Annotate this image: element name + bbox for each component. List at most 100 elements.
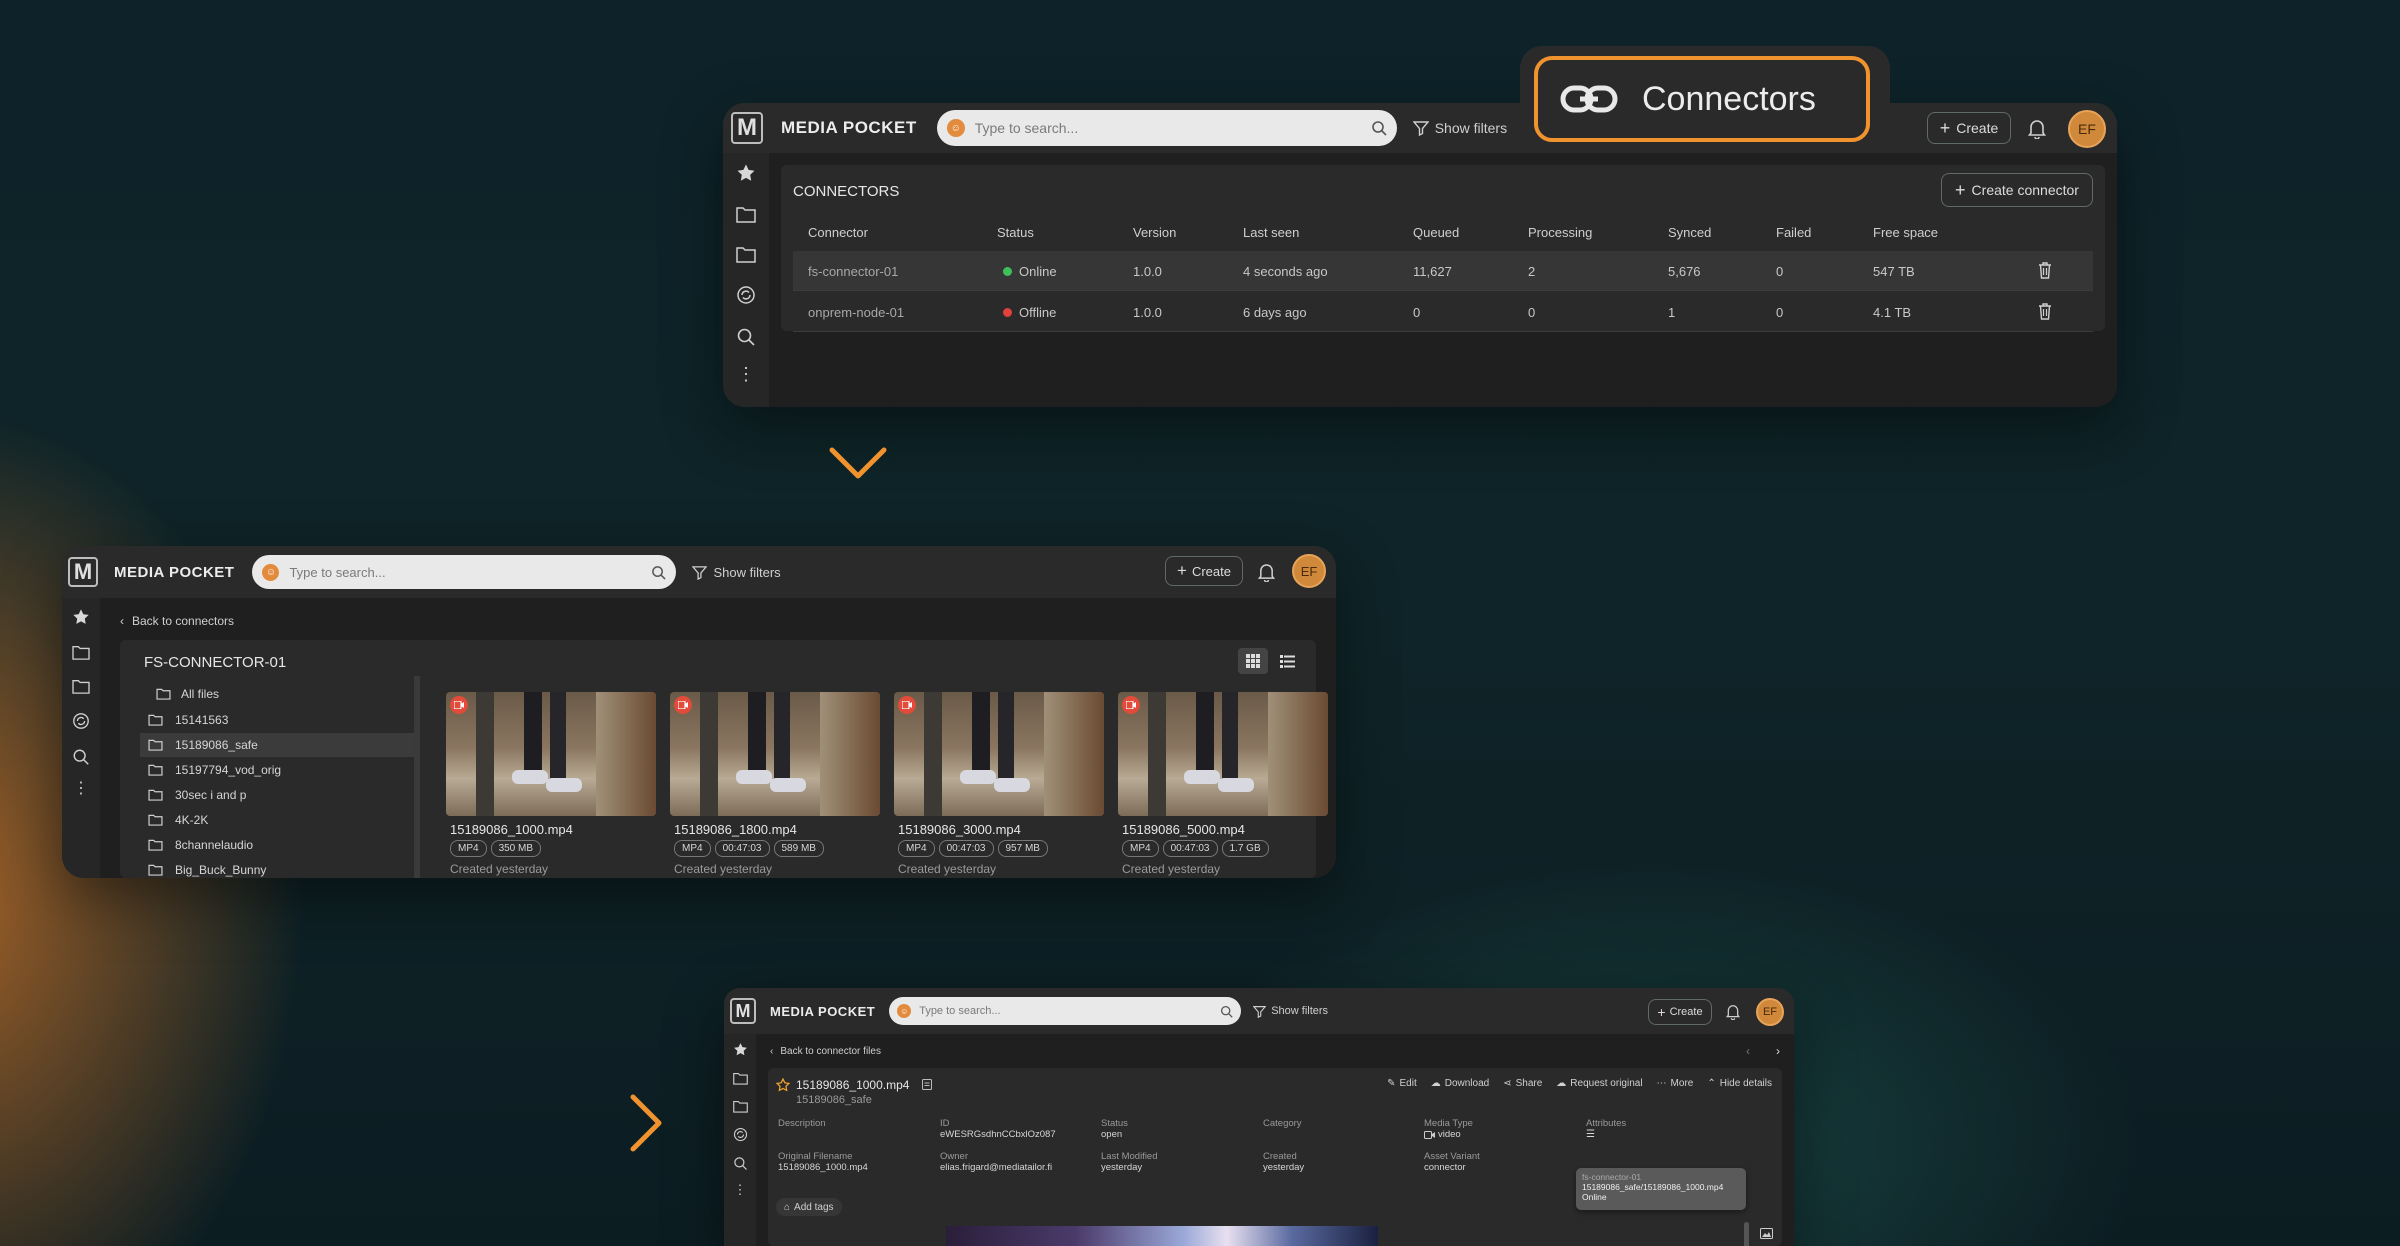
field-value: elias.frigard@mediatailor.fi — [940, 1162, 1053, 1173]
search-input[interactable]: Type to search... — [289, 565, 651, 580]
tree-item[interactable]: 15197794_vod_orig — [140, 758, 281, 782]
more-vertical-icon[interactable]: ⋮ — [734, 1183, 747, 1196]
create-connector-button[interactable]: + Create connector — [1941, 173, 2093, 207]
sync-icon[interactable] — [72, 712, 90, 730]
file-name[interactable]: 15189086_1800.mp4 — [674, 822, 797, 837]
cloud-download-icon: ☁ — [1430, 1078, 1441, 1089]
star-icon[interactable] — [72, 608, 90, 626]
thumb-shape — [820, 692, 880, 816]
favorite-star-icon[interactable] — [776, 1078, 790, 1092]
media-pocket-logo[interactable]: M — [730, 998, 756, 1024]
list-view-toggle[interactable] — [1272, 648, 1302, 674]
connector-name[interactable]: fs-connector-01 — [808, 264, 898, 279]
connector-name[interactable]: onprem-node-01 — [808, 305, 904, 320]
table-row[interactable]: onprem-node-01 Offline 1.0.0 6 days ago … — [793, 292, 2093, 332]
user-avatar[interactable]: EF — [1756, 998, 1784, 1026]
create-button[interactable]: + Create — [1927, 112, 2011, 144]
prev-icon[interactable]: ‹ — [1746, 1044, 1750, 1058]
more-vertical-icon[interactable]: ⋮ — [737, 365, 755, 383]
thumb-shape — [998, 692, 1014, 782]
thumb-shape — [550, 692, 566, 782]
tree-item-selected[interactable]: 15189086_safe — [140, 733, 414, 757]
video-preview[interactable] — [946, 1226, 1378, 1246]
queued: 11,627 — [1413, 264, 1452, 279]
trash-icon[interactable] — [2038, 262, 2052, 279]
user-avatar[interactable]: EF — [2068, 110, 2106, 148]
user-avatar[interactable]: EF — [1292, 554, 1326, 588]
page-title: CONNECTORS — [793, 183, 900, 200]
search-bar[interactable]: ☺ Type to search... — [889, 997, 1242, 1025]
request-original-button[interactable]: ☁ Request original — [1556, 1078, 1642, 1089]
attributes-list-icon[interactable]: ☰ — [1586, 1129, 1595, 1140]
add-tags-button[interactable]: ⌂ Add tags — [776, 1198, 842, 1216]
create-button[interactable]: + Create — [1648, 999, 1712, 1025]
folder-c-icon[interactable] — [736, 245, 756, 263]
search-bar[interactable]: ☺ Type to search... — [252, 555, 677, 589]
show-filters-button[interactable]: Show filters — [1412, 120, 1507, 136]
edit-button[interactable]: ✎ Edit — [1387, 1078, 1417, 1089]
share-button[interactable]: ⋖ Share — [1503, 1078, 1542, 1089]
trash-icon[interactable] — [2038, 303, 2052, 320]
folder-c-icon[interactable] — [732, 1099, 748, 1113]
search-input[interactable]: Type to search... — [975, 120, 1371, 136]
tree-item[interactable]: 30sec i and p — [140, 783, 246, 807]
more-button[interactable]: ⋯ More — [1657, 1078, 1694, 1089]
search-bar[interactable]: ☺ Type to search... — [936, 110, 1397, 146]
bell-icon[interactable] — [2028, 119, 2046, 139]
tree-item-all-files[interactable]: All files — [156, 682, 219, 706]
file-card[interactable]: 15189086_3000.mp4 MP4 00:47:03 957 MB Cr… — [894, 692, 1104, 878]
file-name[interactable]: 15189086_5000.mp4 — [1122, 822, 1245, 837]
search-icon[interactable] — [1371, 120, 1387, 136]
table-row[interactable]: fs-connector-01 Online 1.0.0 4 seconds a… — [793, 251, 2093, 291]
search-input[interactable]: Type to search... — [919, 1005, 1220, 1017]
more-horizontal-icon: ⋯ — [1656, 1078, 1667, 1089]
back-link[interactable]: ‹ Back to connectors — [120, 614, 234, 628]
tree-item[interactable]: 15141563 — [140, 708, 228, 732]
star-icon[interactable] — [736, 163, 756, 183]
copy-icon[interactable] — [922, 1079, 932, 1090]
file-card[interactable]: 15189086_1000.mp4 MP4 350 MB Created yes… — [446, 692, 656, 878]
media-pocket-logo[interactable]: M — [68, 557, 98, 587]
download-button[interactable]: ☁ Download — [1431, 1078, 1489, 1089]
sync-icon[interactable] — [736, 285, 756, 305]
tree-item[interactable]: 8channelaudio — [140, 833, 253, 857]
preview-scrollbar[interactable] — [1744, 1222, 1749, 1246]
free-space: 4.1 TB — [1873, 305, 1912, 320]
video-thumbnail[interactable] — [894, 692, 1104, 816]
hide-details-button[interactable]: ⌃ Hide details — [1707, 1078, 1772, 1089]
search-sidebar-icon[interactable] — [72, 748, 90, 766]
video-thumbnail[interactable] — [670, 692, 880, 816]
show-filters-button[interactable]: Show filters — [692, 565, 781, 580]
search-sidebar-icon[interactable] — [733, 1156, 748, 1171]
last-seen: 4 seconds ago — [1243, 264, 1328, 279]
bell-icon[interactable] — [1726, 1004, 1740, 1020]
show-filters-button[interactable]: Show filters — [1253, 1005, 1328, 1018]
file-card[interactable]: 15189086_5000.mp4 MP4 00:47:03 1.7 GB Cr… — [1118, 692, 1328, 878]
create-button[interactable]: + Create — [1165, 556, 1243, 586]
bell-icon[interactable] — [1258, 563, 1275, 582]
link-icon — [1560, 84, 1618, 114]
more-vertical-icon[interactable]: ⋮ — [73, 781, 89, 797]
video-thumbnail[interactable] — [1118, 692, 1328, 816]
image-toggle-icon[interactable] — [1760, 1228, 1773, 1239]
file-name[interactable]: 15189086_1000.mp4 — [450, 822, 573, 837]
file-card[interactable]: 15189086_1800.mp4 MP4 00:47:03 589 MB Cr… — [670, 692, 880, 878]
video-thumbnail[interactable] — [446, 692, 656, 816]
folder-p-icon[interactable] — [72, 644, 90, 660]
file-name[interactable]: 15189086_3000.mp4 — [898, 822, 1021, 837]
folder-p-icon[interactable] — [732, 1071, 748, 1085]
search-icon[interactable] — [1220, 1005, 1233, 1018]
next-icon[interactable]: › — [1776, 1044, 1780, 1058]
search-sidebar-icon[interactable] — [736, 327, 756, 347]
tree-item[interactable]: Big_Buck_Bunny — [140, 858, 266, 878]
folder-p-icon[interactable] — [736, 205, 756, 223]
star-icon[interactable] — [733, 1042, 748, 1057]
tree-item[interactable]: 4K-2K — [140, 808, 208, 832]
sync-icon[interactable] — [733, 1127, 748, 1142]
tag: 957 MB — [997, 840, 1048, 857]
grid-view-toggle[interactable] — [1238, 648, 1268, 674]
media-pocket-logo[interactable]: M — [731, 112, 763, 144]
back-link[interactable]: ‹ Back to connector files — [770, 1046, 881, 1057]
folder-c-icon[interactable] — [72, 678, 90, 694]
search-icon[interactable] — [651, 565, 667, 580]
